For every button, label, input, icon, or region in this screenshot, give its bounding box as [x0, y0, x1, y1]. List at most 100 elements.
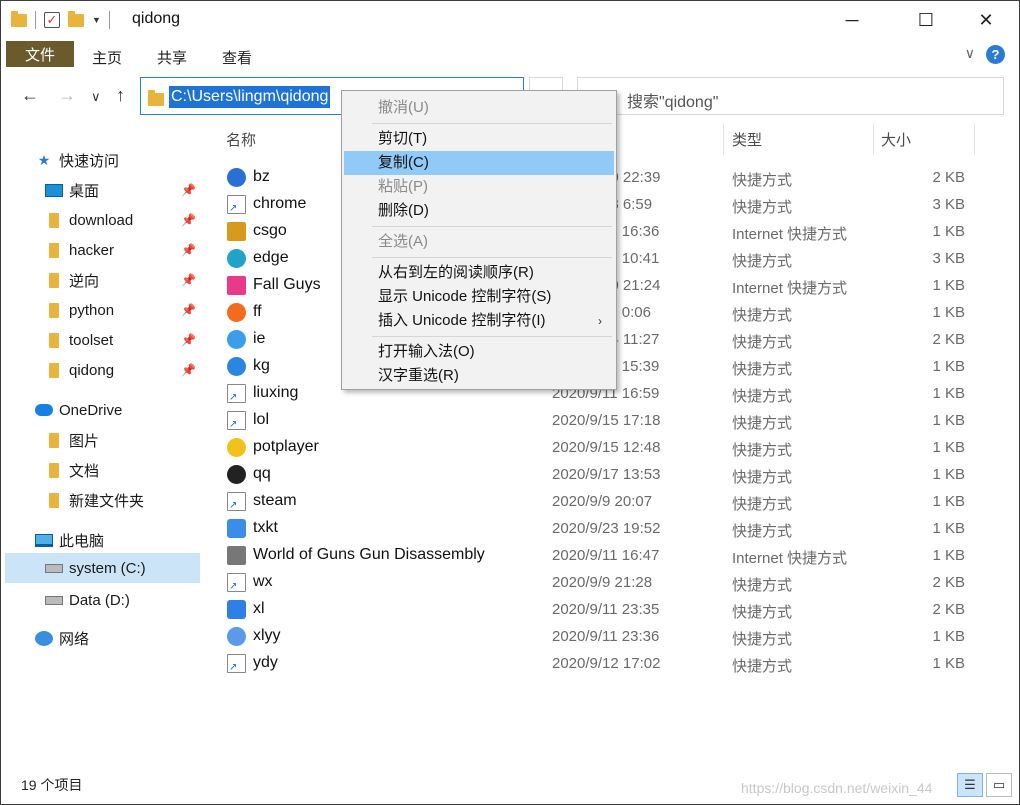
column-header-size[interactable]: 大小 — [881, 121, 911, 157]
sidebar-item-label: 快速访问 — [59, 152, 120, 170]
file-type: 快捷方式 — [732, 172, 793, 189]
sidebar-item-documents[interactable]: 文档 — [45, 455, 200, 485]
menu-item-cut[interactable]: 剪切(T) — [344, 127, 614, 151]
sidebar-item-new-folder[interactable]: 新建文件夹 — [45, 485, 200, 515]
file-row[interactable]: steam 2020/9/9 20:07 快捷方式 1 KB — [223, 488, 983, 515]
file-name: kg — [253, 357, 270, 374]
customize-toolbar-icon[interactable]: ▼ — [92, 15, 101, 25]
large-icons-view-button[interactable]: ▭ — [986, 773, 1012, 797]
tab-home[interactable]: 主页 — [92, 47, 122, 68]
sidebar-item-reverse[interactable]: 逆向 📌 — [45, 265, 200, 295]
sidebar-item-desktop[interactable]: 桌面 📌 — [45, 175, 200, 205]
file-row[interactable]: qq 2020/9/17 13:53 快捷方式 1 KB — [223, 461, 983, 488]
column-header-name[interactable]: 名称 — [226, 121, 256, 157]
sidebar-item-label: 网络 — [59, 630, 90, 648]
file-size: 1 KB — [932, 304, 965, 321]
column-divider[interactable] — [974, 123, 975, 155]
new-folder-icon[interactable] — [68, 10, 84, 27]
tab-file[interactable]: 文件 — [6, 41, 74, 67]
close-button[interactable]: ✕ — [961, 1, 1011, 39]
file-date: 2020/9/15 12:48 — [552, 439, 661, 456]
pin-icon: 📌 — [181, 243, 196, 257]
sidebar-item-toolset[interactable]: toolset 📌 — [45, 325, 200, 355]
context-menu: 撤消(U) 剪切(T) 复制(C) 粘贴(P) 删除(D) 全选(A) 从右到左… — [341, 90, 617, 390]
file-name: World of Guns Gun Disassembly — [253, 546, 485, 563]
menu-item-open-ime[interactable]: 打开输入法(O) — [344, 340, 614, 364]
file-row[interactable]: potplayer 2020/9/15 12:48 快捷方式 1 KB — [223, 434, 983, 461]
pin-icon: 📌 — [181, 333, 196, 347]
column-header-type[interactable]: 类型 — [732, 121, 762, 157]
sidebar-item-label: 此电脑 — [59, 532, 105, 550]
file-row[interactable]: txkt 2020/9/23 19:52 快捷方式 1 KB — [223, 515, 983, 542]
sidebar-item-quick-access[interactable]: ★ 快速访问 — [35, 145, 200, 175]
help-icon[interactable]: ? — [986, 45, 1005, 64]
file-size: 1 KB — [932, 466, 965, 483]
network-icon — [35, 630, 53, 646]
windows-drive-icon — [45, 560, 63, 576]
folder-icon — [45, 332, 63, 348]
file-type: 快捷方式 — [732, 415, 793, 432]
up-button[interactable]: ↑ — [116, 85, 125, 106]
xl-icon — [227, 600, 246, 619]
folder-icon — [11, 10, 27, 27]
shortcut-icon — [227, 411, 246, 430]
sidebar-item-download[interactable]: download 📌 — [45, 205, 200, 235]
menu-item-insert-unicode[interactable]: 插入 Unicode 控制字符(I) › — [344, 309, 614, 333]
file-type: 快捷方式 — [732, 631, 793, 648]
menu-item-label: 插入 Unicode 控制字符(I) — [378, 312, 546, 329]
address-text[interactable]: C:\Users\lingm\qidong — [169, 86, 331, 108]
menu-item-select-all[interactable]: 全选(A) — [344, 230, 614, 254]
menu-item-paste[interactable]: 粘贴(P) — [344, 175, 614, 199]
properties-icon[interactable]: ✓ — [44, 12, 60, 28]
item-count: 19 个项目 — [21, 777, 83, 793]
tab-share[interactable]: 共享 — [157, 47, 187, 68]
menu-item-reconvert[interactable]: 汉字重选(R) — [344, 364, 614, 388]
file-name: ff — [253, 303, 262, 320]
tab-view[interactable]: 查看 — [222, 47, 252, 68]
file-row[interactable]: xlyy 2020/9/11 23:36 快捷方式 1 KB — [223, 623, 983, 650]
file-name: chrome — [253, 195, 307, 212]
menu-item-delete[interactable]: 删除(D) — [344, 199, 614, 223]
file-row[interactable]: wx 2020/9/9 21:28 快捷方式 2 KB — [223, 569, 983, 596]
file-row[interactable]: ydy 2020/9/12 17:02 快捷方式 1 KB — [223, 650, 983, 677]
details-view-button[interactable]: ☰ — [957, 773, 983, 797]
sidebar-item-label: 图片 — [69, 432, 100, 450]
sidebar-item-label: download — [69, 211, 134, 229]
menu-item-show-unicode[interactable]: 显示 Unicode 控制字符(S) — [344, 285, 614, 309]
file-row[interactable]: lol 2020/9/15 17:18 快捷方式 1 KB — [223, 407, 983, 434]
sidebar-item-python[interactable]: python 📌 — [45, 295, 200, 325]
column-divider[interactable] — [873, 123, 874, 155]
forward-button[interactable]: → — [58, 85, 76, 106]
sidebar-item-onedrive[interactable]: OneDrive — [35, 395, 200, 425]
recent-locations-button[interactable]: ∨ — [91, 89, 101, 105]
sidebar-item-drive-d[interactable]: Data (D:) — [45, 585, 200, 615]
file-date: 2020/9/11 23:35 — [552, 601, 660, 618]
kg-icon — [227, 357, 246, 376]
file-name: bz — [253, 168, 270, 185]
menu-item-undo[interactable]: 撤消(U) — [344, 96, 614, 120]
toolbar-divider — [35, 11, 36, 29]
menu-item-copy[interactable]: 复制(C) — [344, 151, 614, 175]
sidebar-item-hacker[interactable]: hacker 📌 — [45, 235, 200, 265]
drive-icon — [45, 592, 63, 608]
file-row[interactable]: World of Guns Gun Disassembly 2020/9/11 1… — [223, 542, 983, 569]
maximize-button[interactable]: ☐ — [901, 1, 951, 39]
column-divider[interactable] — [723, 123, 724, 155]
sidebar-item-pictures[interactable]: 图片 — [45, 425, 200, 455]
sidebar-item-this-pc[interactable]: 此电脑 — [35, 525, 200, 555]
pin-icon: 📌 — [181, 213, 196, 227]
file-row[interactable]: xl 2020/9/11 23:35 快捷方式 2 KB — [223, 596, 983, 623]
search-box[interactable]: ⌕ 搜索"qidong" — [577, 77, 1004, 115]
sidebar-item-network[interactable]: 网络 — [35, 623, 200, 653]
file-name: xlyy — [253, 627, 281, 644]
sidebar-item-qidong[interactable]: qidong 📌 — [45, 355, 200, 385]
menu-item-rtl-reading-order[interactable]: 从右到左的阅读顺序(R) — [344, 261, 614, 285]
pin-icon: 📌 — [181, 273, 196, 287]
minimize-button[interactable]: ─ — [827, 1, 877, 39]
expand-ribbon-icon[interactable]: ∨ — [965, 45, 975, 62]
file-size: 3 KB — [932, 196, 965, 213]
xlyy-icon — [227, 627, 246, 646]
back-button[interactable]: ← — [21, 85, 39, 106]
sidebar-item-drive-c[interactable]: system (C:) — [5, 553, 200, 583]
file-name: potplayer — [253, 438, 319, 455]
